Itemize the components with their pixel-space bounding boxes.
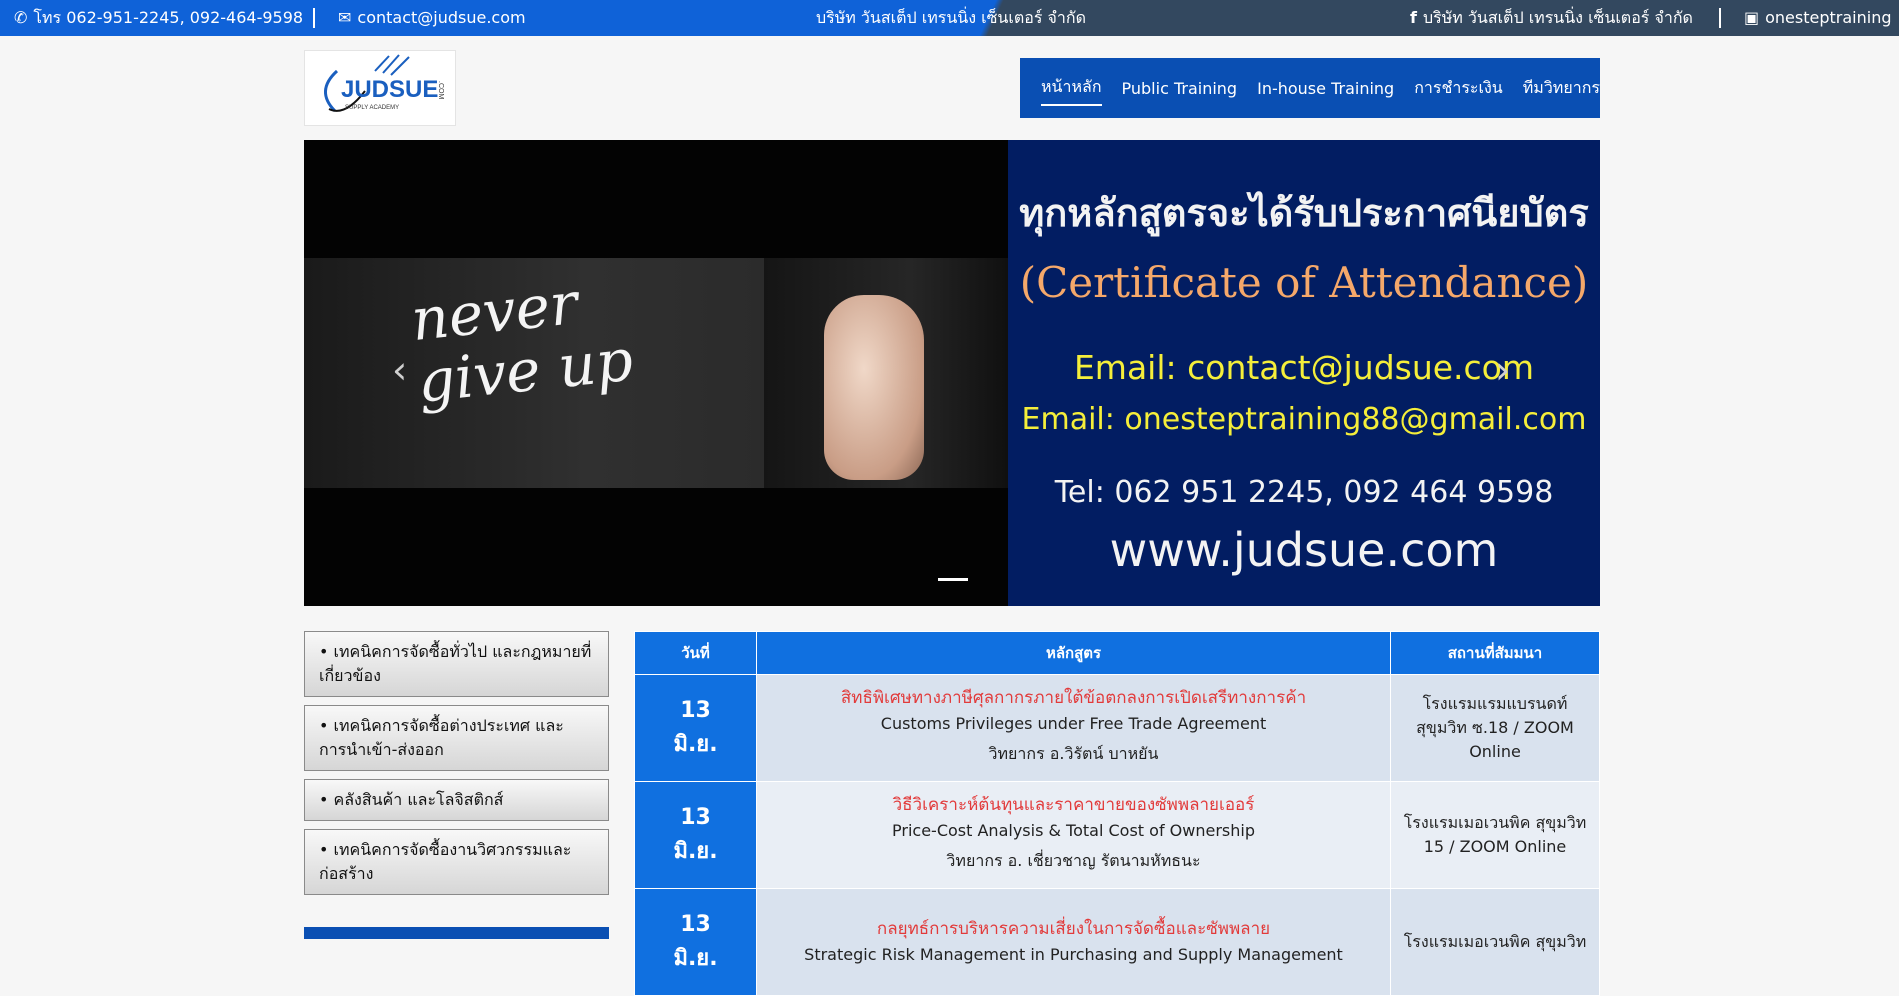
date-day: 13 (680, 805, 711, 830)
course-venue: โรงแรมเมอเวนพิค สุขุมวิท (1390, 888, 1600, 996)
logo-graphic: JUDSUE SUPPLY ACADEMY .COM (324, 54, 444, 113)
course-date: 13 มิ.ย. (634, 674, 757, 782)
banner-telephone: Tel: 062 951 2245, 092 464 9598 (1054, 475, 1554, 510)
course-title-thai[interactable]: สิทธิพิเศษทางภาษีศุลกากรภายใต้ข้อตกลงการ… (763, 685, 1384, 711)
date-month: มิ.ย. (673, 946, 718, 971)
banner-email-1: Email: contact@judsue.com (1073, 348, 1535, 387)
course-speaker: วิทยากร อ. เชี่ยวชาญ รัตนามหัทธนะ (946, 851, 1201, 870)
envelope-icon: ✉ (338, 8, 352, 27)
svg-text:JUDSUE: JUDSUE (341, 76, 438, 103)
course-cell[interactable]: สิทธิพิเศษทางภาษีศุลกากรภายใต้ข้อตกลงการ… (756, 674, 1391, 782)
carousel-indicator[interactable] (938, 578, 968, 581)
course-speaker: วิทยากร อ.วิรัตน์ บาหยัน (988, 744, 1159, 763)
facebook-link[interactable]: f บริษัท วันสเต็ป เทรนนิ่ง เซ็นเตอร์ จำกั… (1410, 0, 1693, 36)
svg-text:SUPPLY ACADEMY: SUPPLY ACADEMY (345, 105, 399, 111)
sidebar-item-engineering-purchasing[interactable]: • เทคนิคการจัดซื้องานวิศวกรรมและก่อสร้าง (304, 829, 609, 895)
header-date: วันที่ (634, 631, 757, 675)
phone-contact[interactable]: ✆ โทร 062-951-2245, 092-464-9598 (14, 0, 303, 36)
phone-icon: ✆ (14, 8, 28, 27)
facebook-icon: f (1410, 8, 1417, 27)
svg-text:.COM: .COM (437, 81, 444, 99)
course-title-en: Strategic Risk Management in Purchasing … (804, 945, 1343, 964)
nav-speakers[interactable]: ทีมวิทยากร (1523, 72, 1600, 105)
certificate-heading-en: (Certificate of Attendance) (1019, 258, 1589, 307)
course-title-thai[interactable]: กลยุทธ์การบริหารความเสี่ยงในการจัดซื้อแล… (763, 916, 1384, 942)
nav-public-training[interactable]: Public Training (1122, 75, 1238, 102)
divider (1719, 8, 1721, 28)
email-contact[interactable]: ✉ contact@judsue.com (338, 0, 526, 36)
hero-photo: never give up ‹ (304, 140, 1008, 606)
line-link[interactable]: ▣ onesteptraining (1744, 0, 1892, 36)
thumbs-up-graphic (824, 295, 924, 480)
divider (313, 8, 315, 28)
sidebar-item-import-export[interactable]: • เทคนิคการจัดซื้อต่างประเทศ และการนำเข้… (304, 705, 609, 771)
main-nav: หน้าหลัก Public Training In-house Traini… (1020, 58, 1600, 118)
sidebar-item-warehouse-logistics[interactable]: • คลังสินค้า และโลจิสติกส์ (304, 779, 609, 821)
course-venue: โรงแรมเมอเวนพิค สุขุมวิท 15 / ZOOM Onlin… (1390, 781, 1600, 889)
top-bar: ✆ โทร 062-951-2245, 092-464-9598 ✉ contact… (0, 0, 1899, 36)
line-chat-icon: ▣ (1744, 8, 1760, 27)
course-title-en: Price-Cost Analysis & Total Cost of Owne… (892, 821, 1255, 840)
line-text: onesteptraining (1765, 8, 1892, 27)
course-title-thai[interactable]: วิธีวิเคราะห์ต้นทุนและราคาขายของซัพพลายเ… (763, 792, 1384, 818)
course-title-en: Customs Privileges under Free Trade Agre… (880, 714, 1267, 733)
phone-text: โทร 062-951-2245, 092-464-9598 (33, 8, 304, 27)
date-month: มิ.ย. (673, 732, 718, 757)
course-date: 13 มิ.ย. (634, 888, 757, 996)
header-course: หลักสูตร (756, 631, 1391, 675)
table-row: 13 มิ.ย. สิทธิพิเศษทางภาษีศุลกากรภายใต้ข… (634, 674, 1600, 782)
hero-info-panel: ทุกหลักสูตรจะได้รับประกาศนียบัตร (Certif… (1008, 140, 1600, 606)
sidebar-section-header (304, 927, 609, 939)
sidebar-item-general-purchasing[interactable]: • เทคนิคการจัดซื้อทั่วไป และกฎหมายที่เกี… (304, 631, 609, 697)
training-schedule-table: วันที่ หลักสูตร สถานที่สัมมนา 13 มิ.ย. ส… (634, 631, 1600, 996)
carousel-prev-arrow[interactable]: ‹ (392, 348, 407, 392)
header-venue: สถานที่สัมมนา (1390, 631, 1600, 675)
course-cell[interactable]: วิธีวิเคราะห์ต้นทุนและราคาขายของซัพพลายเ… (756, 781, 1391, 889)
nav-home[interactable]: หน้าหลัก (1041, 71, 1102, 106)
course-date: 13 มิ.ย. (634, 781, 757, 889)
date-day: 13 (680, 698, 711, 723)
nav-payment[interactable]: การชำระเงิน (1414, 72, 1503, 105)
facebook-text: บริษัท วันสเต็ป เทรนนิ่ง เซ็นเตอร์ จำกัด (1422, 8, 1693, 27)
carousel-next-arrow[interactable]: › (1495, 348, 1510, 392)
banner-website: www.judsue.com (1109, 523, 1499, 577)
course-venue: โรงแรมแรมแบรนดท์ สุขุมวิท ซ.18 / ZOOM On… (1390, 674, 1600, 782)
date-day: 13 (680, 912, 711, 937)
table-row: 13 มิ.ย. กลยุทธ์การบริหารความเสี่ยงในการ… (634, 888, 1600, 996)
table-header-row: วันที่ หลักสูตร สถานที่สัมมนา (634, 631, 1600, 675)
table-row: 13 มิ.ย. วิธีวิเคราะห์ต้นทุนและราคาขายขอ… (634, 781, 1600, 889)
course-cell[interactable]: กลยุทธ์การบริหารความเสี่ยงในการจัดซื้อแล… (756, 888, 1391, 996)
banner-email-2: Email: onesteptraining88@gmail.com (1021, 402, 1587, 437)
company-name: บริษัท วันสเต็ป เทรนนิ่ง เซ็นเตอร์ จำกัด (816, 8, 1086, 27)
certificate-heading-thai: ทุกหลักสูตรจะได้รับประกาศนียบัตร (1019, 191, 1589, 235)
hero-carousel[interactable]: never give up ‹ ทุกหลักสูตรจะได้รับประกา… (304, 140, 1600, 606)
site-logo[interactable]: JUDSUE SUPPLY ACADEMY .COM (304, 50, 456, 126)
email-text: contact@judsue.com (357, 8, 526, 27)
nav-inhouse-training[interactable]: In-house Training (1257, 75, 1394, 102)
date-month: มิ.ย. (673, 839, 718, 864)
